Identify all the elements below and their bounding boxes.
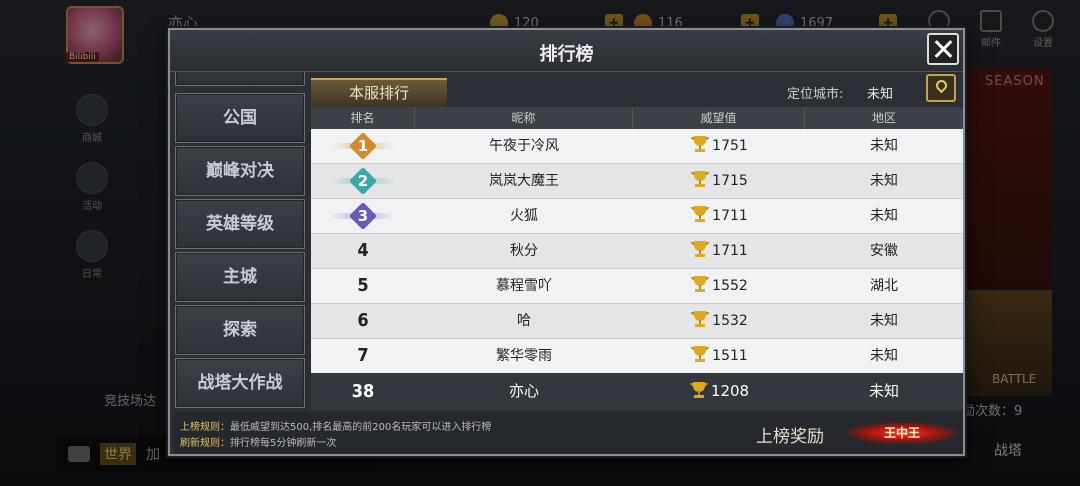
prestige-cell: 1711 (633, 199, 805, 233)
city-label: 定位城市: (787, 87, 844, 102)
nickname-cell: 秋分 (510, 243, 538, 259)
column-header-nickname: 昵称 (415, 107, 633, 129)
prestige-cell: 1532 (633, 304, 805, 338)
rank-cell: 1 (311, 129, 415, 163)
rank-medal-icon: 3 (331, 202, 395, 230)
ranking-table-panel: 本服排行 定位城市: 未知 排名 昵称 威望值 地区 1 午夜于冷风 1751 未知 2… (311, 72, 963, 410)
trophy-icon (691, 311, 710, 327)
ranking-rows: 1 午夜于冷风 1751 未知 2 岚岚大魔王 1715 未知 3 火狐 1711 未知 4 秋分 1711… (311, 129, 963, 374)
prestige-cell: 1711 (633, 234, 805, 268)
location-pin-icon (933, 77, 950, 94)
rank-cell: 3 (311, 199, 415, 233)
rule-refresh: 刷新规则：排行榜每5分钟刷新一次 (180, 434, 336, 449)
prestige-value: 1511 (712, 348, 748, 364)
category-tab-hero-level[interactable]: 英雄等级 (175, 199, 305, 249)
rank-cell: 6 (357, 310, 369, 331)
city-value: 未知 (867, 87, 894, 102)
self-ranking-row[interactable]: 38 亦心 1208 未知 (311, 373, 963, 410)
trophy-icon (691, 346, 710, 362)
trophy-icon (691, 241, 710, 257)
region-cell: 安徽 (870, 243, 898, 259)
trophy-icon (689, 382, 708, 398)
category-tab-main-city[interactable]: 主城 (175, 252, 305, 302)
trophy-icon (691, 136, 710, 152)
self-nickname: 亦心 (508, 382, 539, 400)
category-tab-duchy[interactable]: 公国 (175, 93, 305, 143)
rule-refresh-text: 排行榜每5分钟刷新一次 (230, 438, 337, 449)
rank-number: 2 (357, 172, 369, 190)
prestige-value: 1711 (712, 243, 748, 259)
prestige-value: 1552 (712, 278, 748, 294)
leaderboard-modal: 排行榜 公国 巅峰对决 英雄等级 主城 探索 战塔大作战 本服排行 定位城市: … (168, 28, 965, 456)
column-header-rank: 排名 (311, 107, 415, 129)
king-of-kings-reward-button[interactable]: 王中王 (846, 422, 958, 444)
prestige-value: 1715 (712, 173, 748, 189)
category-tab-tower-battle[interactable]: 战塔大作战 (175, 358, 305, 408)
table-row[interactable]: 7 繁华零雨 1511 未知 (311, 339, 963, 374)
sub-tab-bar: 本服排行 定位城市: 未知 (311, 72, 963, 107)
category-tabs: 公国 巅峰对决 英雄等级 主城 探索 战塔大作战 (174, 72, 308, 410)
trophy-icon (691, 206, 710, 222)
locate-city-button[interactable] (926, 74, 956, 102)
rule-entry-text: 最低威望到达500,排名最高的前200名玩家可以进入排行榜 (230, 422, 492, 433)
self-prestige: 1208 (633, 373, 805, 410)
nickname-cell: 火狐 (510, 208, 538, 224)
self-region: 未知 (868, 382, 899, 400)
rule-entry-label: 上榜规则： (180, 422, 230, 433)
prestige-cell: 1511 (633, 339, 805, 373)
modal-header: 排行榜 (170, 30, 963, 72)
nickname-cell: 慕程雪吖 (496, 278, 552, 294)
tab-server-ranking[interactable]: 本服排行 (311, 78, 447, 107)
rank-cell: 7 (357, 345, 369, 366)
self-prestige-value: 1208 (710, 382, 750, 400)
rule-entry: 上榜规则：最低威望到达500,排名最高的前200名玩家可以进入排行榜 (180, 418, 491, 433)
table-row[interactable]: 4 秋分 1711 安徽 (311, 234, 963, 269)
modal-title: 排行榜 (539, 44, 594, 65)
region-cell: 未知 (870, 348, 898, 364)
rule-refresh-label: 刷新规则： (180, 438, 230, 449)
modal-footer: 上榜规则：最低威望到达500,排名最高的前200名玩家可以进入排行榜 刷新规则：… (174, 412, 963, 454)
table-row[interactable]: 6 哈 1532 未知 (311, 304, 963, 339)
table-row[interactable]: 5 慕程雪吖 1552 湖北 (311, 269, 963, 304)
rank-number: 1 (357, 137, 369, 155)
rank-medal-icon: 2 (331, 167, 395, 195)
table-row[interactable]: 2 岚岚大魔王 1715 未知 (311, 164, 963, 199)
table-row[interactable]: 1 午夜于冷风 1751 未知 (311, 129, 963, 164)
nickname-cell: 岚岚大魔王 (489, 173, 559, 189)
region-cell: 湖北 (870, 278, 898, 294)
region-cell: 未知 (870, 208, 898, 224)
rank-medal-icon: 1 (331, 132, 395, 160)
prestige-cell: 1715 (633, 164, 805, 198)
prestige-cell: 1552 (633, 269, 805, 303)
column-header-region: 地区 (871, 111, 896, 125)
rank-cell: 4 (357, 240, 369, 261)
region-cell: 未知 (870, 138, 898, 154)
table-header: 排名 昵称 威望值 地区 (311, 107, 963, 129)
rank-number: 3 (357, 207, 369, 225)
nickname-cell: 午夜于冷风 (489, 138, 559, 154)
trophy-icon (691, 276, 710, 292)
region-cell: 未知 (870, 313, 898, 329)
region-cell: 未知 (870, 173, 898, 189)
prestige-value: 1711 (712, 208, 748, 224)
prestige-cell: 1751 (633, 129, 805, 163)
column-header-prestige: 威望值 (633, 107, 805, 129)
nickname-cell: 繁华零雨 (496, 348, 552, 364)
category-tab-peak-duel[interactable]: 巅峰对决 (175, 146, 305, 196)
nickname-cell: 哈 (517, 313, 531, 329)
table-row[interactable]: 3 火狐 1711 未知 (311, 199, 963, 234)
category-tab-explore[interactable]: 探索 (175, 305, 305, 355)
trophy-icon (691, 171, 710, 187)
prestige-value: 1751 (712, 138, 748, 154)
self-rank: 38 (351, 381, 375, 402)
rank-cell: 2 (311, 164, 415, 198)
prestige-value: 1532 (712, 313, 748, 329)
close-button[interactable] (927, 33, 959, 65)
ranking-reward-label: 上榜奖励 (756, 427, 824, 447)
rank-cell: 5 (357, 275, 369, 296)
category-tab-hidden[interactable] (175, 72, 305, 86)
